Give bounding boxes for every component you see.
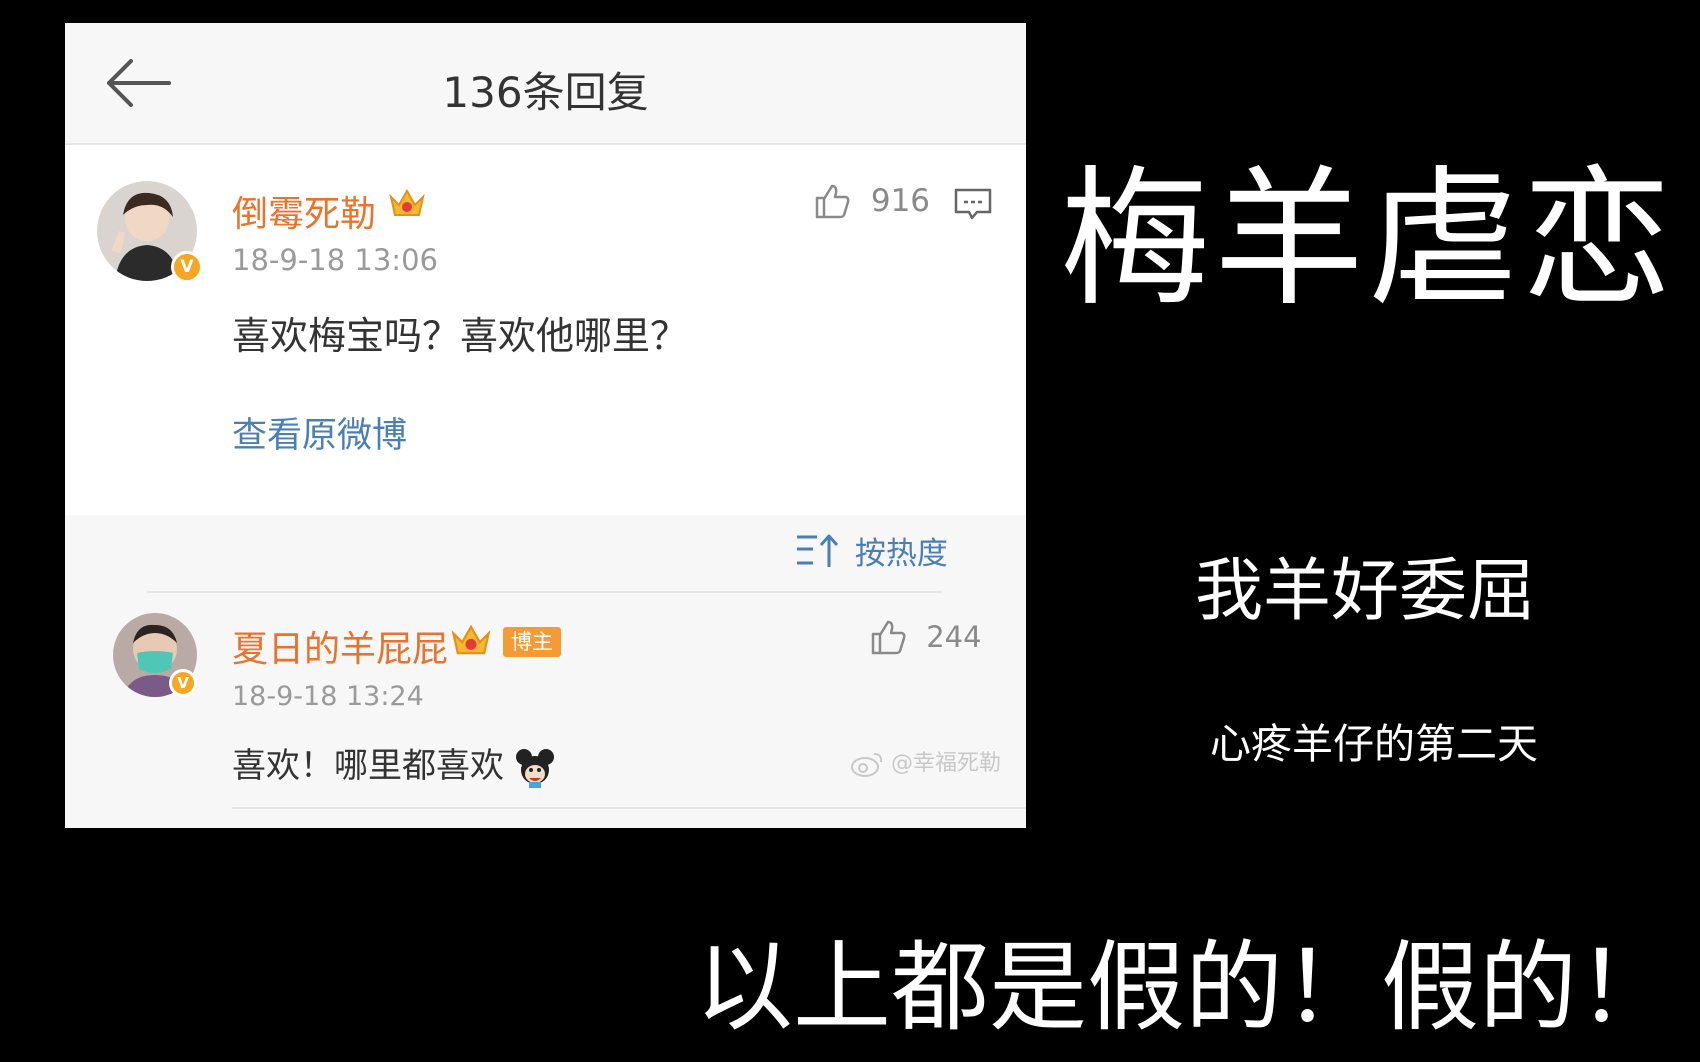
blogger-badge: 博主 [503, 627, 561, 657]
divider [232, 807, 1026, 809]
reply-username[interactable]: 夏日的羊屁屁 [232, 620, 448, 672]
like-button[interactable]: 244 [869, 618, 982, 656]
sort-label: 按热度 [854, 536, 948, 572]
bottom-caption: 以上都是假的！假的！ [695, 931, 1676, 1045]
divider [147, 591, 942, 593]
video-frame: 136条回复 V 倒霉死勒 18-9-18 13:06 喜欢梅宝吗？喜欢他哪里？… [0, 0, 1700, 1062]
view-original-link[interactable]: 查看原微博 [232, 407, 407, 458]
thumbs-up-icon [815, 184, 850, 218]
watermark: @幸福死勒 [850, 745, 1001, 778]
reply-time: 18-9-18 13:24 [232, 681, 424, 712]
weibo-reply-screenshot: 136条回复 V 倒霉死勒 18-9-18 13:06 喜欢梅宝吗？喜欢他哪里？… [65, 23, 1026, 828]
comment-text: 喜欢梅宝吗？喜欢他哪里？ [232, 314, 689, 358]
crown-icon [451, 624, 491, 655]
small-caption: 心疼羊仔的第二天 [1210, 720, 1538, 768]
comment-username[interactable]: 倒霉死勒 [232, 185, 376, 237]
mickey-emoji-icon [515, 748, 554, 788]
reply-text: 喜欢！哪里都喜欢 [232, 738, 555, 788]
avatar[interactable]: V [97, 181, 203, 283]
root-comment: V 倒霉死勒 18-9-18 13:06 喜欢梅宝吗？喜欢他哪里？ 916 查看… [65, 145, 1026, 515]
sort-by-popularity[interactable]: 按热度 [795, 528, 948, 573]
thumbs-up-icon [871, 620, 906, 655]
reply-text-content: 喜欢！哪里都喜欢 [232, 746, 504, 786]
crown-icon [389, 188, 425, 216]
main-caption: 梅羊虐恋 [1060, 153, 1677, 327]
sort-icon [797, 534, 839, 567]
top-bar: 136条回复 [65, 23, 1026, 145]
verified-badge: V [169, 669, 197, 697]
watermark-text: @幸福死勒 [891, 751, 1002, 776]
like-button[interactable]: 916 [813, 181, 930, 220]
comment-icon[interactable] [953, 187, 993, 221]
avatar[interactable]: V [113, 613, 197, 697]
verified-badge: V [171, 251, 203, 283]
sub-caption: 我羊好委屈 [1195, 552, 1536, 631]
like-count: 916 [870, 182, 931, 219]
comment-time: 18-9-18 13:06 [232, 243, 438, 277]
page-title: 136条回复 [442, 68, 649, 117]
weibo-logo-icon [851, 753, 883, 777]
like-count: 244 [926, 620, 982, 654]
